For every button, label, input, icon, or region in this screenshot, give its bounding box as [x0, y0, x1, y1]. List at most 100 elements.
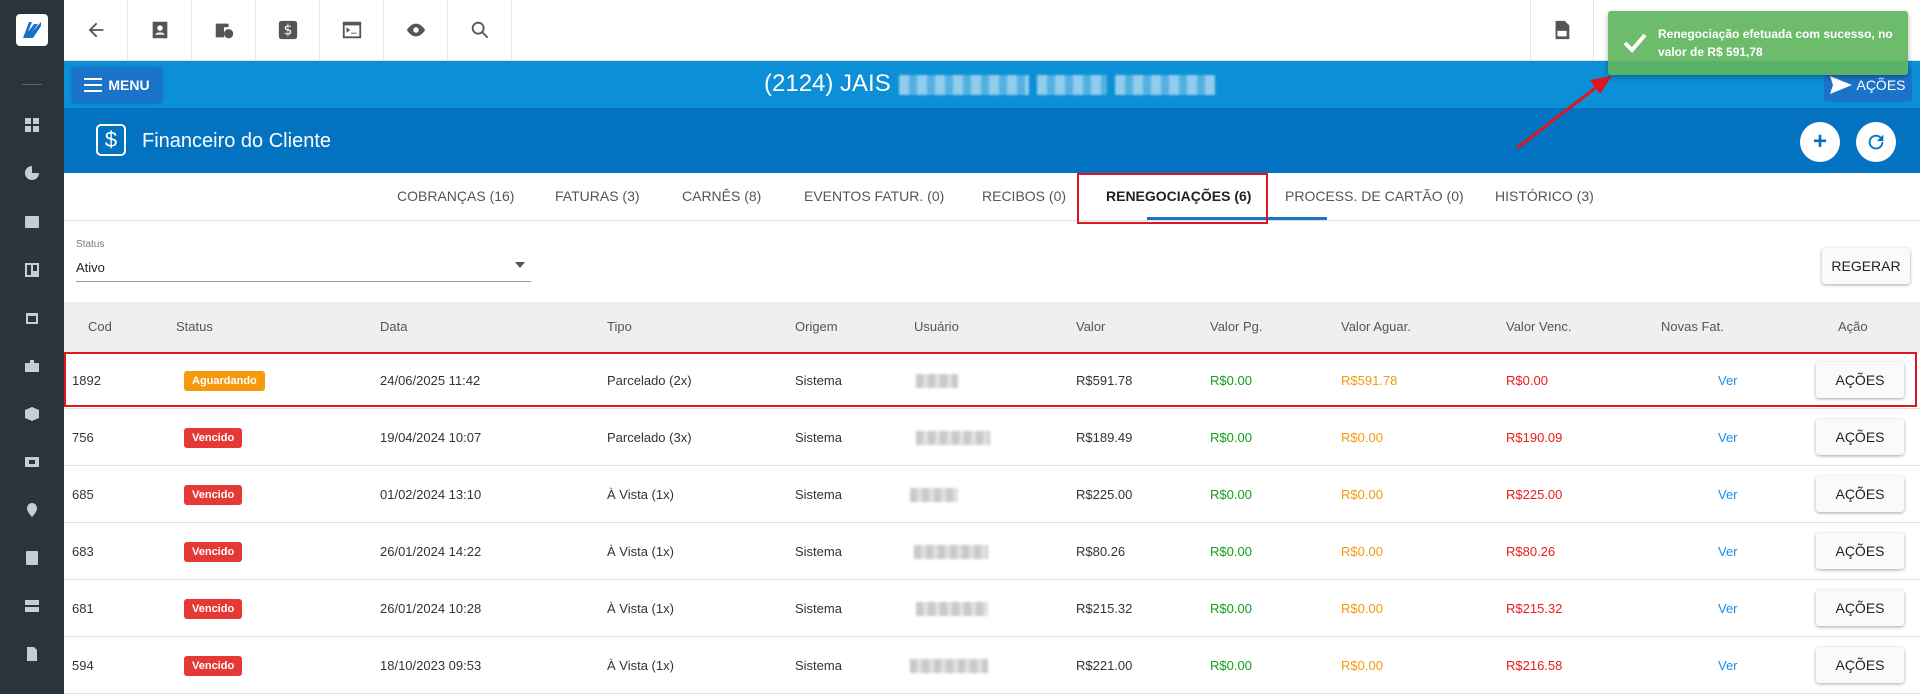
contact-icon[interactable] — [22, 212, 42, 232]
cell-valor-pg: R$0.00 — [1210, 430, 1252, 445]
cell-valor-pg: R$0.00 — [1210, 487, 1252, 502]
menu-button[interactable]: MENU — [72, 67, 162, 102]
cell-cod: 681 — [72, 601, 94, 616]
column-header: Usuário — [914, 319, 959, 334]
cell-cod: 685 — [72, 487, 94, 502]
briefcase-icon[interactable] — [22, 356, 42, 376]
cell-usuario-blurred — [914, 545, 988, 559]
tab-cobrancas[interactable]: COBRANÇAS (16) — [397, 173, 514, 220]
row-actions-button[interactable]: AÇÕES — [1816, 533, 1904, 569]
money-icon[interactable] — [22, 452, 42, 472]
blurred-name — [1114, 74, 1215, 95]
sidebar-divider — [22, 84, 42, 85]
tab-carnes[interactable]: CARNÊS (8) — [682, 173, 761, 220]
status-filter-label: Status — [76, 239, 105, 250]
table-row[interactable]: 756 Vencido 19/04/2024 10:07 Parcelado (… — [64, 409, 1920, 466]
row-annotation-box — [64, 352, 1917, 407]
cell-origem: Sistema — [795, 658, 842, 673]
cell-usuario-blurred — [916, 602, 988, 616]
cell-valor-venc: R$190.09 — [1506, 430, 1563, 445]
ver-link[interactable]: Ver — [1718, 409, 1738, 466]
cell-valor-pg: R$0.00 — [1210, 544, 1252, 559]
status-filter-select[interactable]: Ativo — [76, 256, 531, 282]
ver-link[interactable]: Ver — [1718, 466, 1738, 523]
client-title: (2124) JAIS — [764, 70, 1215, 98]
cell-data: 19/04/2024 10:07 — [380, 430, 482, 445]
cell-usuario-blurred — [910, 488, 958, 502]
cell-data: 26/01/2024 14:22 — [380, 544, 482, 559]
ver-link[interactable]: Ver — [1718, 523, 1738, 580]
cell-cod: 683 — [72, 544, 94, 559]
column-header: Data — [380, 319, 408, 334]
dollar-icon: $ — [96, 124, 126, 156]
row-actions-button[interactable]: AÇÕES — [1816, 476, 1904, 512]
blurred-name — [1036, 74, 1107, 95]
cell-tipo: À Vista (1x) — [607, 487, 674, 502]
search-button[interactable] — [448, 0, 512, 60]
cell-valor-aguar: R$0.00 — [1341, 487, 1383, 502]
cell-valor-aguar: R$0.00 — [1341, 544, 1383, 559]
cell-tipo: À Vista (1x) — [607, 658, 674, 673]
tab-annotation-box — [1077, 173, 1268, 224]
tab-historico[interactable]: HISTÓRICO (3) — [1495, 173, 1594, 220]
terminal-button[interactable] — [320, 0, 384, 60]
tab-faturas[interactable]: FATURAS (3) — [555, 173, 640, 220]
logo-icon — [16, 14, 48, 46]
cell-valor: R$80.26 — [1076, 544, 1126, 559]
cell-cod: 756 — [72, 430, 94, 445]
blurred-name — [898, 74, 1029, 95]
server-icon[interactable] — [22, 596, 42, 616]
chevron-down-icon — [515, 262, 525, 268]
table-row[interactable]: 685 Vencido 01/02/2024 13:10 À Vista (1x… — [64, 466, 1920, 523]
section-header: $ Financeiro do Cliente + — [64, 108, 1920, 173]
back-button[interactable] — [64, 0, 128, 60]
row-actions-button[interactable]: AÇÕES — [1816, 419, 1904, 455]
status-badge: Vencido — [184, 656, 243, 676]
dashboard-icon[interactable] — [22, 115, 42, 135]
contact-card-icon — [152, 21, 167, 39]
column-header: Valor Venc. — [1506, 319, 1572, 334]
pdf-button[interactable] — [1530, 0, 1594, 60]
contact-card-button[interactable] — [128, 0, 192, 60]
cell-usuario-blurred — [910, 659, 988, 673]
location-icon[interactable] — [22, 500, 42, 520]
success-toast[interactable]: Renegociação efetuada com sucesso, no va… — [1608, 11, 1908, 75]
cell-valor-venc: R$216.58 — [1506, 658, 1563, 673]
back-arrow-icon — [88, 22, 103, 38]
refresh-button[interactable] — [1856, 122, 1896, 162]
list-icon[interactable] — [22, 548, 42, 568]
add-button[interactable]: + — [1800, 122, 1840, 162]
column-header: Ação — [1838, 319, 1868, 334]
status-filter-value: Ativo — [76, 260, 105, 275]
row-actions-button[interactable]: AÇÕES — [1816, 647, 1904, 683]
table-row[interactable]: 681 Vencido 26/01/2024 10:28 À Vista (1x… — [64, 580, 1920, 637]
box-icon[interactable] — [22, 404, 42, 424]
document-icon[interactable] — [22, 644, 42, 664]
tab-recibos[interactable]: RECIBOS (0) — [982, 173, 1066, 220]
send-icon — [1830, 75, 1853, 94]
ver-link[interactable]: Ver — [1718, 580, 1738, 637]
refresh-icon — [1868, 134, 1884, 150]
column-header: Tipo — [607, 319, 632, 334]
pie-chart-icon[interactable] — [22, 163, 42, 183]
cell-cod: 594 — [72, 658, 94, 673]
plus-icon: + — [1812, 128, 1827, 155]
table-row[interactable]: 594 Vencido 18/10/2023 09:53 À Vista (1x… — [64, 637, 1920, 694]
tab-process-cartao[interactable]: PROCESS. DE CARTÃO (0) — [1285, 173, 1464, 220]
board-icon[interactable] — [22, 260, 42, 280]
column-header: Valor Aguar. — [1341, 319, 1411, 334]
app-logo[interactable] — [0, 0, 64, 60]
calendar-icon[interactable] — [22, 308, 42, 328]
financial-button[interactable]: $ — [256, 0, 320, 60]
cell-valor: R$221.00 — [1076, 658, 1133, 673]
table-row[interactable]: 683 Vencido 26/01/2024 14:22 À Vista (1x… — [64, 523, 1920, 580]
row-actions-button[interactable]: AÇÕES — [1816, 590, 1904, 626]
cell-valor-aguar: R$0.00 — [1341, 430, 1383, 445]
view-button[interactable] — [384, 0, 448, 60]
cell-valor-venc: R$80.26 — [1506, 544, 1556, 559]
calendar-clock-icon — [215, 23, 233, 39]
ver-link[interactable]: Ver — [1718, 637, 1738, 694]
regerar-button[interactable]: REGERAR — [1822, 248, 1910, 284]
tab-eventos-fatur[interactable]: EVENTOS FATUR. (0) — [804, 173, 944, 220]
schedule-button[interactable] — [192, 0, 256, 60]
